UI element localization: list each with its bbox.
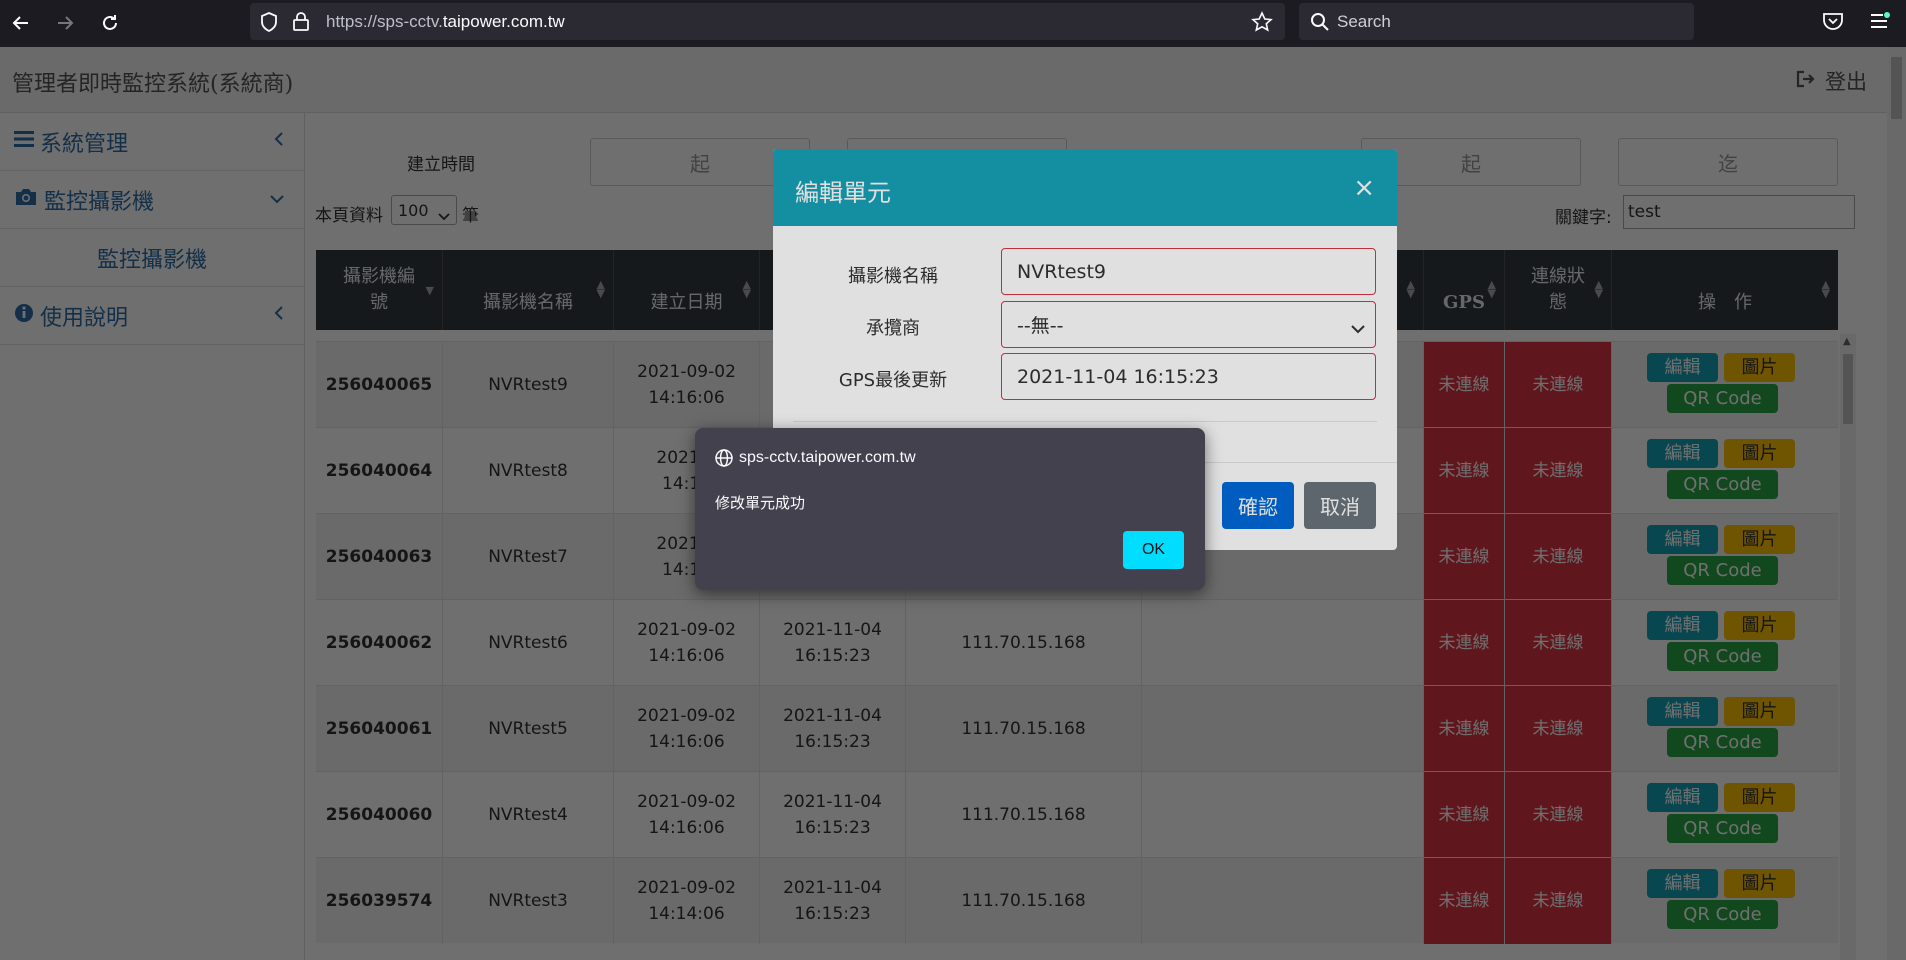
url-text: https://sps-cctv.taipower.com.tw xyxy=(326,12,565,31)
alert-host: sps-cctv.taipower.com.tw xyxy=(739,449,916,466)
shield-icon[interactable] xyxy=(260,12,278,36)
ok-button[interactable]: OK xyxy=(1123,531,1184,569)
alert-dialog: sps-cctv.taipower.com.tw 修改單元成功 OK xyxy=(695,428,1205,590)
globe-icon xyxy=(715,449,733,471)
alert-message: 修改單元成功 xyxy=(715,494,806,512)
star-icon[interactable] xyxy=(1251,11,1273,37)
menu-icon[interactable] xyxy=(1868,11,1890,35)
url-bar[interactable]: https://sps-cctv.taipower.com.tw xyxy=(250,3,1285,40)
pocket-icon[interactable] xyxy=(1822,11,1844,35)
search-placeholder: Search xyxy=(1337,12,1391,31)
search-icon xyxy=(1310,12,1330,36)
lock-icon[interactable] xyxy=(292,12,310,36)
reload-icon[interactable] xyxy=(95,8,125,38)
forward-icon[interactable] xyxy=(50,8,80,38)
back-icon[interactable] xyxy=(6,8,36,38)
browser-toolbar: https://sps-cctv.taipower.com.tw Search xyxy=(0,0,1906,47)
browser-search[interactable]: Search xyxy=(1299,3,1694,40)
